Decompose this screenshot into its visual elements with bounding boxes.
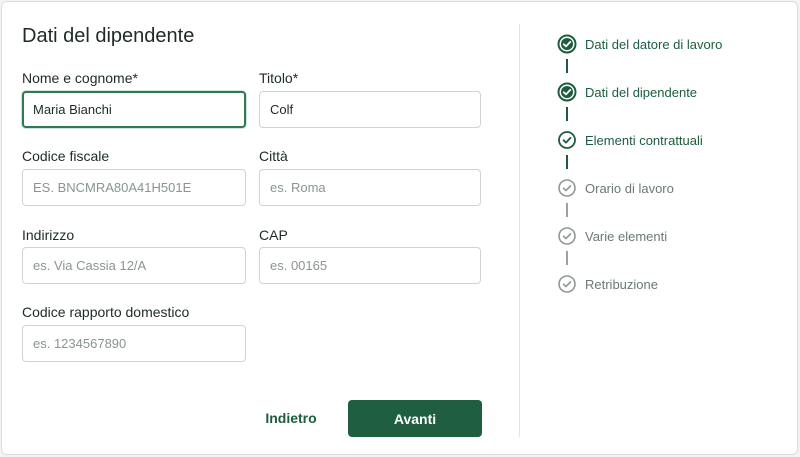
check-circle-icon: [557, 34, 577, 54]
step-orario-lavoro[interactable]: Orario di lavoro: [557, 177, 674, 199]
check-circle-outline-icon: [557, 178, 577, 198]
step-label: Orario di lavoro: [585, 180, 674, 196]
panel-divider: [519, 24, 520, 437]
step-elementi-contrattuali[interactable]: Elementi contrattuali: [557, 129, 703, 151]
indirizzo-input[interactable]: [22, 247, 246, 284]
cap-input[interactable]: [259, 247, 481, 284]
step-dipendente[interactable]: Dati del dipendente: [557, 81, 697, 103]
step-label: Retribuzione: [585, 276, 658, 292]
check-circle-outline-icon: [557, 274, 577, 294]
step-connector: [566, 107, 568, 121]
cap-label: CAP: [259, 227, 288, 243]
codice-rapporto-input[interactable]: [22, 325, 246, 362]
next-button[interactable]: Avanti: [348, 400, 482, 437]
page-title: Dati del dipendente: [22, 25, 195, 47]
step-connector: [566, 155, 568, 169]
step-label: Dati del dipendente: [585, 84, 698, 100]
step-connector: [566, 59, 568, 73]
step-label: Varie elementi: [585, 228, 668, 244]
check-circle-icon: [557, 130, 577, 150]
back-button[interactable]: Indietro: [252, 402, 330, 434]
codice-fiscale-label: Codice fiscale: [22, 148, 110, 164]
titolo-input[interactable]: [259, 91, 481, 128]
citta-label: Città: [259, 148, 288, 164]
step-retribuzione[interactable]: Retribuzione: [557, 273, 658, 295]
citta-input[interactable]: [259, 169, 481, 206]
step-varie-elementi[interactable]: Varie elementi: [557, 225, 667, 247]
codice-rapporto-label: Codice rapporto domestico: [22, 304, 190, 320]
step-label: Elementi contrattuali: [585, 132, 703, 148]
indirizzo-label: Indirizzo: [22, 227, 75, 243]
titolo-label: Titolo*: [259, 70, 299, 86]
step-connector: [566, 203, 568, 217]
step-datore-lavoro[interactable]: Dati del datore di lavoro: [557, 33, 722, 55]
step-label: Dati del datore di lavoro: [585, 36, 723, 52]
check-circle-outline-icon: [557, 226, 577, 246]
nome-label: Nome e cognome*: [22, 70, 138, 86]
check-circle-icon: [557, 82, 577, 102]
codice-fiscale-input[interactable]: [22, 169, 246, 206]
nome-input[interactable]: [22, 91, 246, 128]
form-card: Dati del dipendente Nome e cognome* Tito…: [1, 1, 798, 455]
step-connector: [566, 251, 568, 265]
